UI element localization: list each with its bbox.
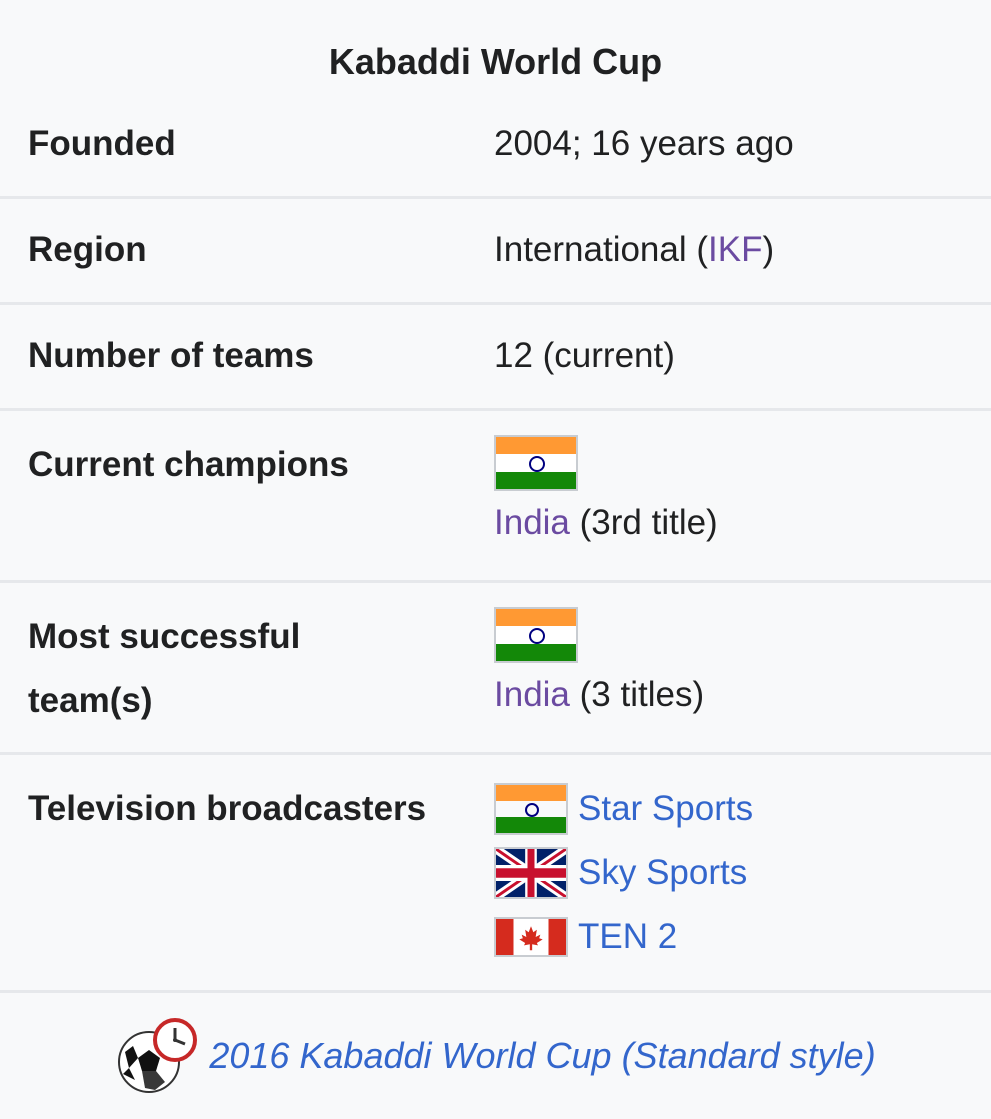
champions-label: Current champions <box>28 445 349 484</box>
broadcasters-label: Television broadcasters <box>28 789 427 828</box>
row-champions: Current champions India (3rd title) <box>0 411 991 583</box>
broadcaster-link-sky-sports[interactable]: Sky Sports <box>578 853 747 893</box>
india-flag-icon[interactable] <box>494 607 578 663</box>
broadcaster-link-star-sports[interactable]: Star Sports <box>578 789 753 829</box>
champions-value: India (3rd title) <box>494 411 991 580</box>
region-prefix: International ( <box>494 230 709 269</box>
canada-flag-icon[interactable] <box>494 917 568 957</box>
infobox: Kabaddi World Cup Founded 2004; 16 years… <box>0 0 991 1119</box>
broadcaster-item: Star Sports <box>494 777 991 841</box>
region-label: Region <box>28 230 147 269</box>
most-successful-value: India (3 titles) <box>494 583 991 752</box>
broadcaster-item: Sky Sports <box>494 841 991 905</box>
broadcaster-item: TEN 2 <box>494 905 991 969</box>
broadcaster-link-ten-2[interactable]: TEN 2 <box>578 917 677 957</box>
infobox-title: Kabaddi World Cup <box>328 41 663 82</box>
row-most-successful: Most successful team(s) India (3 titles) <box>0 583 991 755</box>
infobox-footer: 2016 Kabaddi World Cup (Standard style) <box>0 992 991 1119</box>
footer-2016-world-cup-link[interactable]: 2016 Kabaddi World Cup (Standard style) <box>209 1035 875 1077</box>
most-successful-label-line2: team(s) <box>28 681 153 720</box>
founded-value: 2004; 16 years ago <box>494 124 794 163</box>
most-successful-label-line1: Most successful <box>28 617 301 656</box>
teams-label: Number of teams <box>28 336 314 375</box>
soccer-ball-clock-icon <box>115 1016 201 1096</box>
region-value: International (IKF) <box>494 199 991 302</box>
champions-india-link[interactable]: India <box>494 503 570 542</box>
most-successful-suffix: (3 titles) <box>569 675 705 714</box>
row-founded: Founded 2004; 16 years ago <box>0 112 991 199</box>
row-region: Region International (IKF) <box>0 199 991 305</box>
row-teams: Number of teams 12 (current) <box>0 305 991 411</box>
uk-flag-icon[interactable] <box>494 847 568 899</box>
broadcasters-list: Star Sports Sky Sports TEN 2 <box>494 755 991 990</box>
most-successful-india-link[interactable]: India <box>494 675 570 714</box>
india-flag-icon[interactable] <box>494 435 578 491</box>
most-successful-label: Most successful team(s) <box>0 571 494 752</box>
india-flag-icon[interactable] <box>494 783 568 835</box>
champions-suffix: (3rd title) <box>569 503 718 542</box>
row-broadcasters: Television broadcasters Star Sports Sky … <box>0 755 991 993</box>
teams-value: 12 (current) <box>494 336 675 375</box>
region-suffix: ) <box>762 230 775 269</box>
founded-label: Founded <box>28 124 176 163</box>
ikf-link[interactable]: IKF <box>708 230 762 269</box>
